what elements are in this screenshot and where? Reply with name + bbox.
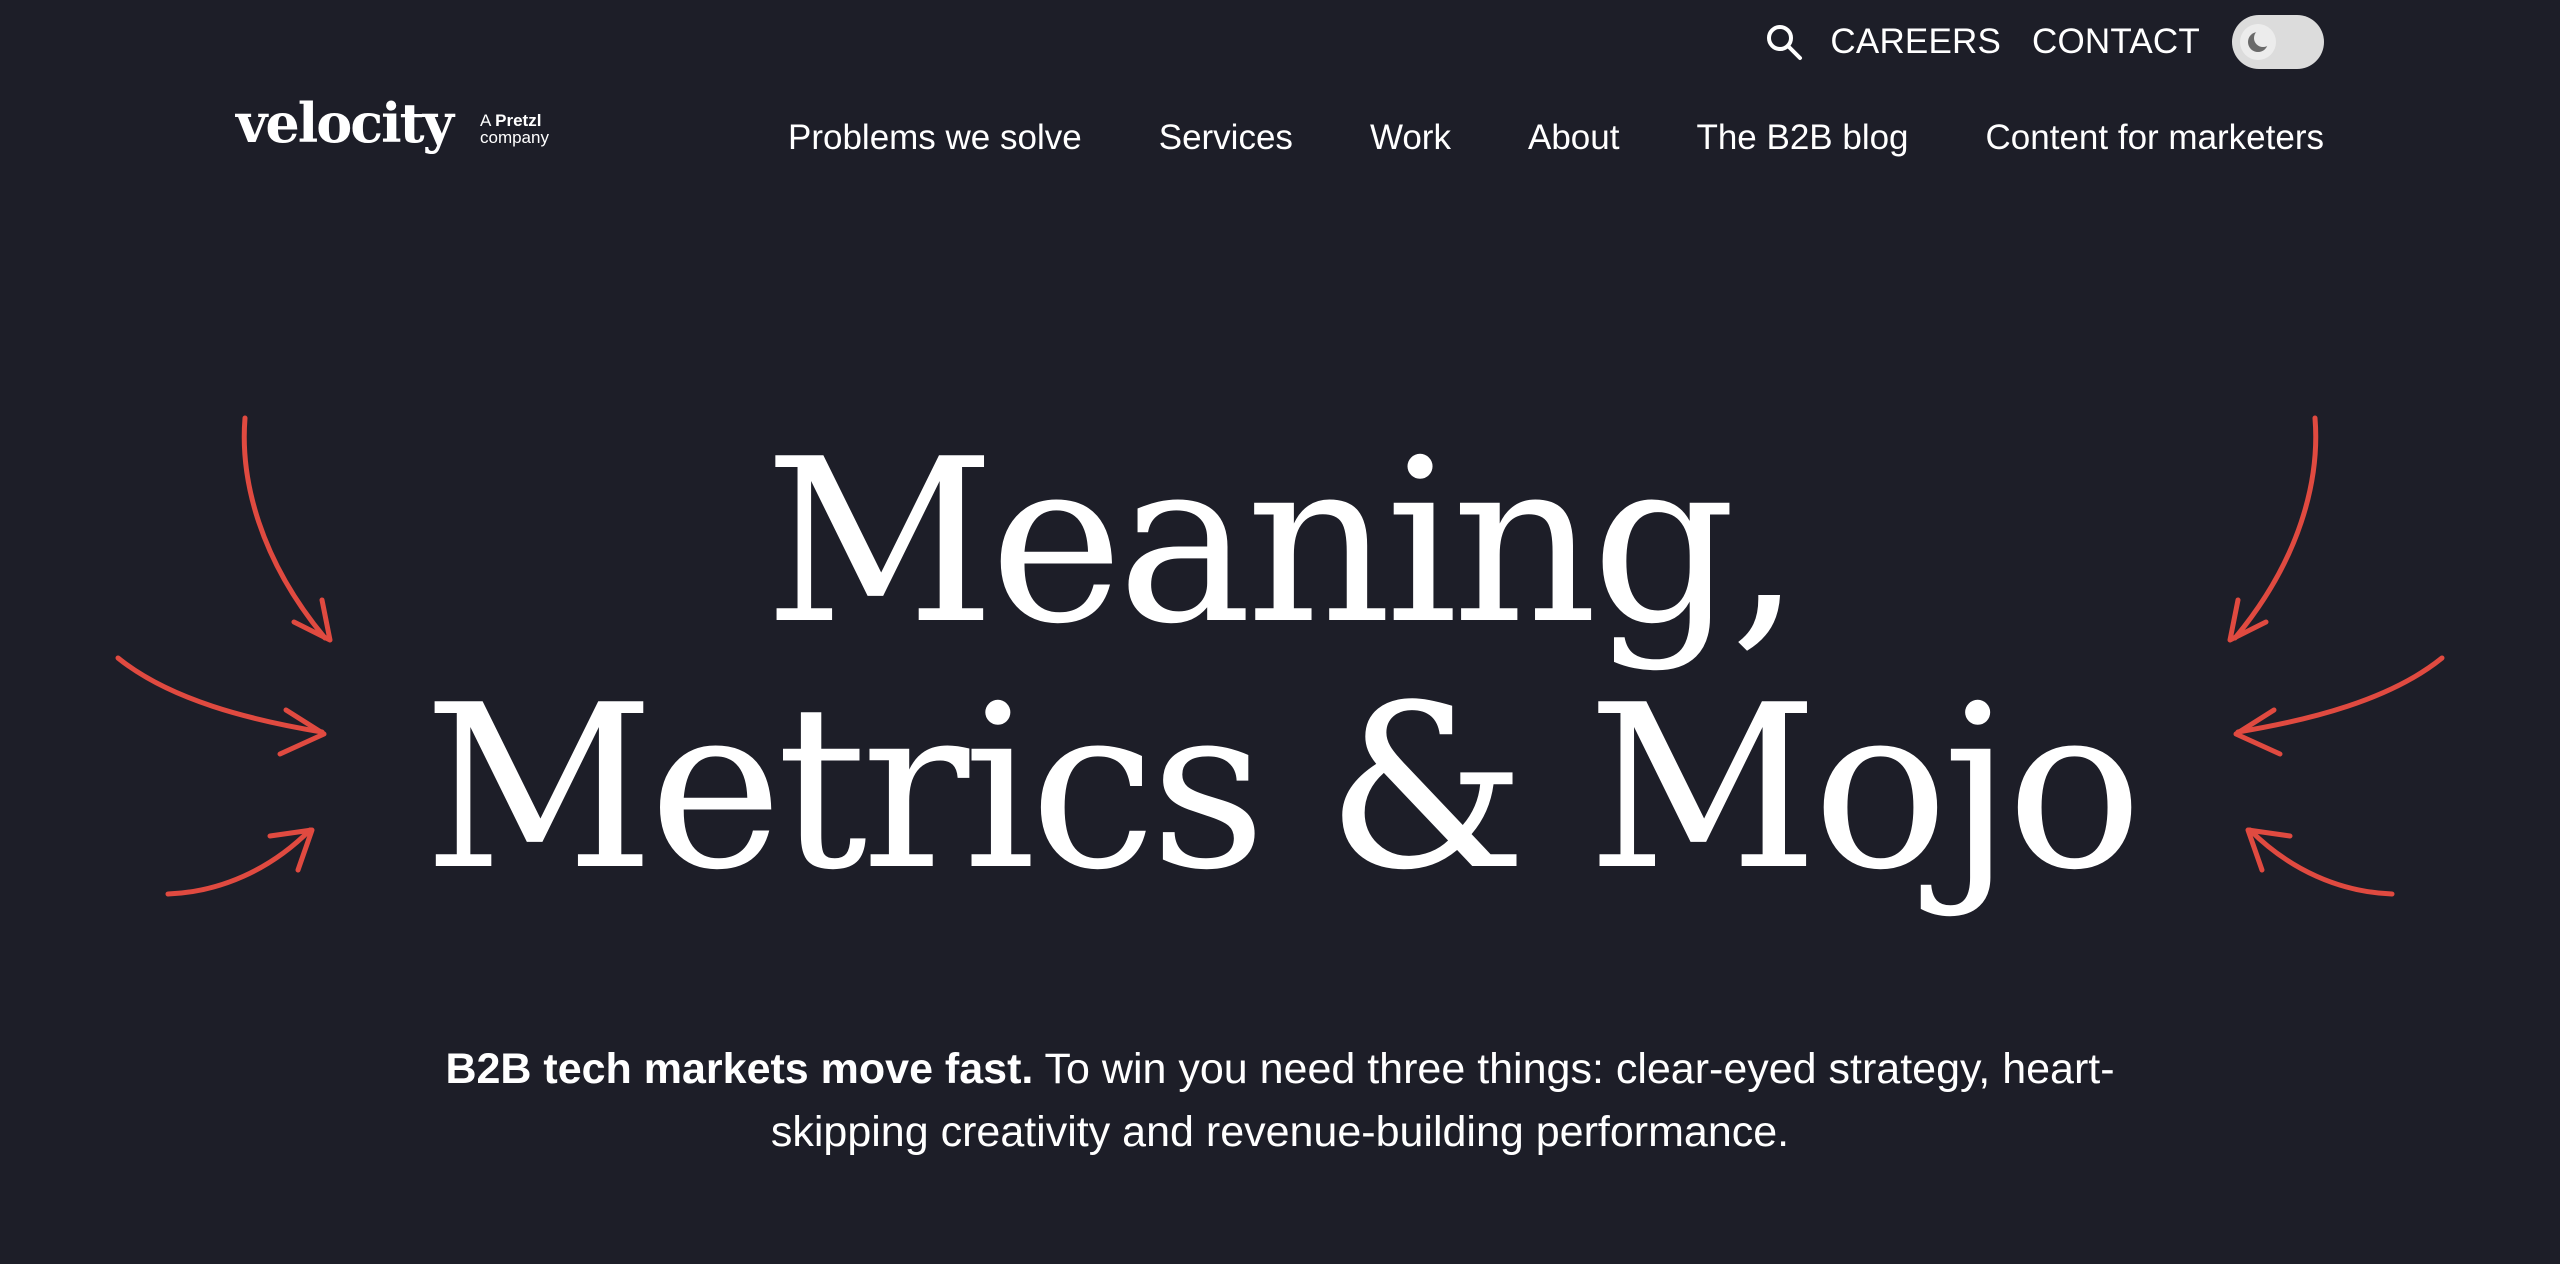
logo-tagline: A Pretzl company	[480, 112, 549, 146]
main-nav: Problems we solve Services Work About Th…	[788, 118, 2324, 158]
nav-item-content-for-marketers[interactable]: Content for marketers	[1986, 118, 2324, 158]
hero-subtitle: B2B tech markets move fast. To win you n…	[0, 1038, 2560, 1164]
logo-wordmark: velocity	[236, 91, 454, 155]
nav-item-problems-we-solve[interactable]: Problems we solve	[788, 118, 1082, 158]
moon-icon	[2240, 24, 2276, 60]
hero-subtitle-rest: To win you need three things: clear-eyed…	[1033, 1045, 2115, 1093]
contact-link[interactable]: CONTACT	[2032, 22, 2200, 62]
hero-subtitle-line-1: B2B tech markets move fast. To win you n…	[0, 1038, 2560, 1101]
hero-subtitle-bold: B2B tech markets move fast.	[445, 1045, 1034, 1093]
velocity-logo[interactable]: velocity A Pretzl company	[236, 96, 549, 150]
nav-item-about[interactable]: About	[1528, 118, 1619, 158]
hero-headline-line-2: Metrics & Mojo	[423, 657, 2142, 920]
theme-toggle[interactable]	[2232, 15, 2324, 69]
logo-tag-suffix: company	[479, 128, 549, 147]
hero-headline: Meaning, Metrics & Mojo	[0, 420, 2560, 912]
hero-headline-line-1: Meaning,	[764, 411, 1802, 674]
nav-item-b2b-blog[interactable]: The B2B blog	[1696, 118, 1908, 158]
nav-item-services[interactable]: Services	[1159, 118, 1293, 158]
careers-link[interactable]: CAREERS	[1830, 22, 2001, 62]
hero-subtitle-line-2: skipping creativity and revenue-building…	[770, 1108, 1790, 1156]
utility-bar: CAREERS CONTACT	[1762, 14, 2324, 70]
search-icon[interactable]	[1762, 20, 1806, 64]
nav-item-work[interactable]: Work	[1370, 118, 1451, 158]
